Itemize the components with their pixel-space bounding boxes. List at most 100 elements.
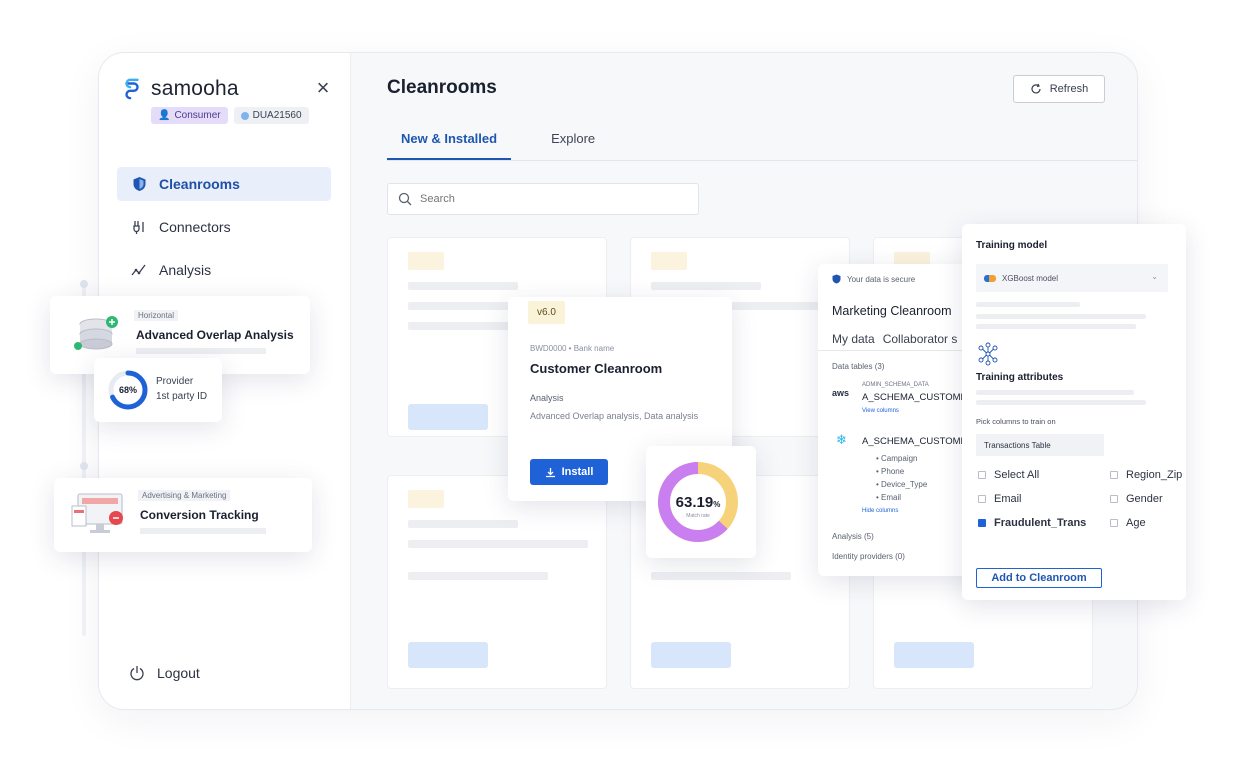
secure-notice: Your data is secure bbox=[832, 274, 915, 284]
brand: samooha bbox=[121, 77, 239, 101]
provider-id-label: 1st party ID bbox=[156, 391, 208, 402]
close-icon: × bbox=[316, 75, 330, 100]
role-badge-label: Consumer bbox=[174, 110, 221, 121]
cleanroom-card-placeholder[interactable] bbox=[387, 475, 607, 689]
column-item: • Email bbox=[876, 493, 902, 502]
brand-name: samooha bbox=[151, 77, 239, 100]
provider-percent: 68% bbox=[119, 385, 137, 395]
checkbox-box[interactable] bbox=[1110, 471, 1118, 479]
tab-explore[interactable]: Explore bbox=[537, 121, 609, 160]
secure-notice-label: Your data is secure bbox=[847, 274, 916, 284]
account-dot-icon bbox=[240, 111, 249, 120]
column-item: • Phone bbox=[876, 467, 905, 476]
checkbox-age[interactable]: Age bbox=[1110, 517, 1146, 529]
checkbox-label: Gender bbox=[1126, 493, 1163, 505]
tab-bar: New & Installed Explore bbox=[387, 121, 1137, 161]
model-logo-icon bbox=[984, 274, 996, 282]
refresh-button[interactable]: Refresh bbox=[1013, 75, 1105, 103]
sidebar-item-connectors[interactable]: Connectors bbox=[117, 210, 331, 244]
account-badges: 👤 Consumer DUA21560 bbox=[151, 107, 309, 124]
checkbox-label: Select All bbox=[994, 469, 1040, 481]
match-rate-card: 63.19% Match rate bbox=[646, 446, 756, 558]
checkbox-box[interactable] bbox=[1110, 495, 1118, 503]
power-icon bbox=[130, 666, 144, 681]
card-subtitle: BWD0000 • Bank name bbox=[530, 344, 615, 353]
analysis-description: Advanced Overlap analysis, Data analysis bbox=[530, 411, 699, 421]
download-icon bbox=[545, 467, 555, 477]
account-badge: DUA21560 bbox=[233, 107, 309, 124]
sidebar-nav: Cleanrooms Connectors Analysis bbox=[117, 167, 331, 296]
tab-my-data[interactable]: My data bbox=[832, 332, 875, 346]
monitor-ad-icon bbox=[71, 493, 123, 533]
sidebar-item-label: Analysis bbox=[159, 262, 212, 278]
checkbox-box[interactable] bbox=[1110, 519, 1118, 527]
view-columns-link[interactable]: View columns bbox=[862, 408, 899, 414]
category-badge: Advertising & Marketing bbox=[138, 490, 231, 501]
plug-icon bbox=[131, 219, 147, 235]
identity-heading: Identity providers (0) bbox=[832, 552, 905, 561]
page-title: Cleanrooms bbox=[387, 77, 497, 98]
match-rate-caption: Match rate bbox=[686, 513, 710, 519]
samooha-logo-icon bbox=[125, 78, 139, 100]
role-badge: 👤 Consumer bbox=[151, 107, 228, 124]
checkbox-label: Email bbox=[994, 493, 1022, 505]
provider-label: Provider bbox=[156, 376, 194, 387]
match-rate-value: 63.19% bbox=[646, 494, 750, 511]
training-model-panel: Training model XGBoost model ⌄ Training … bbox=[962, 224, 1186, 600]
add-to-cleanroom-button[interactable]: Add to Cleanroom bbox=[976, 568, 1102, 588]
snowflake-icon: ❄ bbox=[836, 432, 847, 447]
schema-label: ADMIN_SCHEMA_DATA bbox=[862, 382, 929, 388]
conversion-tracking-card[interactable]: Advertising & Marketing Conversion Track… bbox=[54, 478, 312, 552]
database-icon bbox=[74, 316, 118, 350]
checkbox-label: Fraudulent_Trans bbox=[994, 517, 1087, 529]
shield-icon bbox=[131, 176, 147, 192]
table-row[interactable]: A_SCHEMA_CUSTOMER bbox=[862, 392, 974, 403]
logout-label: Logout bbox=[157, 665, 200, 681]
refresh-icon bbox=[1031, 83, 1041, 94]
tab-new-installed[interactable]: New & Installed bbox=[387, 121, 512, 160]
sidebar-item-analysis[interactable]: Analysis bbox=[117, 253, 331, 287]
checkbox-box[interactable] bbox=[978, 495, 986, 503]
model-select-value: XGBoost model bbox=[1002, 273, 1059, 283]
checkbox-select-all[interactable]: Select All bbox=[978, 469, 1039, 481]
pick-columns-label: Pick columns to train on bbox=[976, 417, 1056, 426]
panel-title: Training model bbox=[976, 240, 1048, 251]
search-box bbox=[387, 183, 699, 215]
card-title: Advanced Overlap Analysis bbox=[136, 328, 294, 342]
panel-tabs: My data Collaborator s bbox=[832, 332, 957, 346]
tab-collaborators[interactable]: Collaborator s bbox=[883, 332, 958, 346]
checkbox-email[interactable]: Email bbox=[978, 493, 1022, 505]
table-select[interactable]: Transactions Table bbox=[976, 434, 1104, 456]
provider-card: 68% Provider 1st party ID bbox=[94, 358, 222, 422]
checkbox-region-zip[interactable]: Region_Zip bbox=[1110, 469, 1182, 481]
refresh-label: Refresh bbox=[1049, 83, 1089, 95]
close-sidebar-button[interactable]: × bbox=[313, 77, 333, 99]
match-rate-number: 63.19 bbox=[675, 494, 714, 511]
attributes-heading: Training attributes bbox=[976, 372, 1064, 383]
install-label: Install bbox=[561, 466, 594, 478]
sidebar-item-label: Connectors bbox=[159, 219, 231, 235]
aws-logo-icon: aws bbox=[832, 388, 850, 398]
search-input[interactable] bbox=[420, 193, 680, 205]
checkbox-box[interactable] bbox=[978, 471, 986, 479]
checkbox-gender[interactable]: Gender bbox=[1110, 493, 1163, 505]
sidebar-item-label: Cleanrooms bbox=[159, 176, 240, 192]
checkbox-fraudulent-trans[interactable]: Fraudulent_Trans bbox=[978, 517, 1086, 529]
checkbox-box[interactable] bbox=[978, 519, 986, 527]
card-title: Conversion Tracking bbox=[140, 508, 259, 522]
hide-columns-link[interactable]: Hide columns bbox=[862, 508, 898, 514]
column-item: • Device_Type bbox=[876, 480, 928, 489]
model-select[interactable]: XGBoost model ⌄ bbox=[976, 264, 1168, 292]
checkbox-label: Region_Zip bbox=[1126, 469, 1183, 481]
neural-net-icon bbox=[978, 342, 998, 366]
chart-icon bbox=[131, 262, 147, 278]
search-icon bbox=[398, 192, 412, 206]
account-badge-label: DUA21560 bbox=[252, 110, 302, 121]
match-rate-unit: % bbox=[713, 500, 721, 509]
table-row[interactable]: A_SCHEMA_CUSTOMER bbox=[862, 436, 974, 447]
analysis-label: Analysis bbox=[530, 393, 564, 403]
install-button[interactable]: Install bbox=[530, 459, 608, 485]
logout-button[interactable]: Logout bbox=[129, 665, 200, 681]
analysis-heading: Analysis (5) bbox=[832, 532, 874, 541]
sidebar-item-cleanrooms[interactable]: Cleanrooms bbox=[117, 167, 331, 201]
